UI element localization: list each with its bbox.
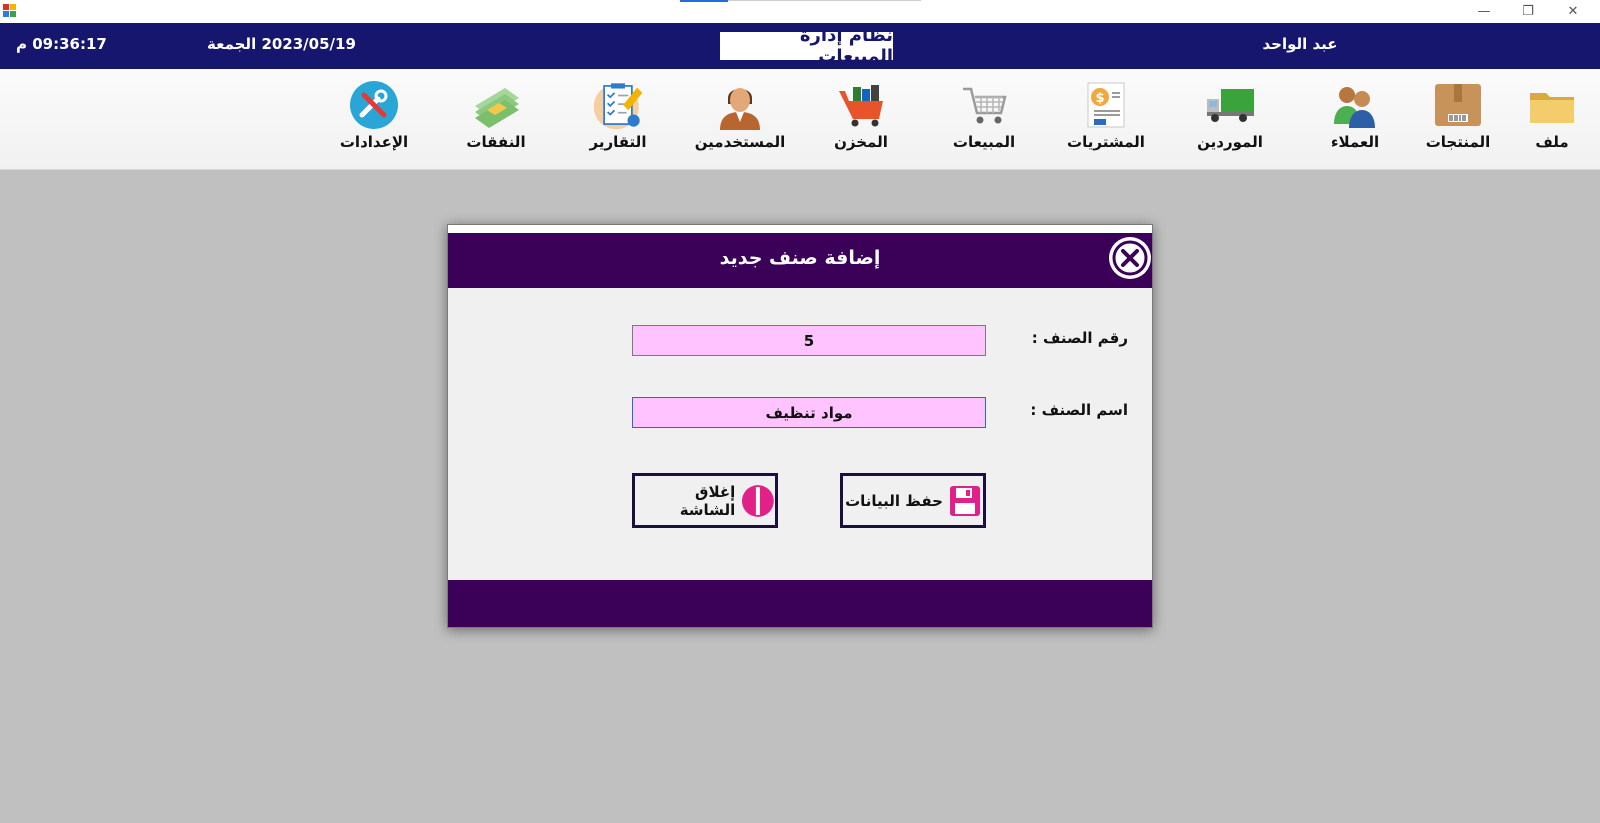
current-user: عبد الواحد — [1262, 35, 1338, 53]
add-item-dialog: إضافة صنف جديد رقم الصنف : اسم الصنف : ح… — [447, 224, 1153, 628]
toolbar-users[interactable]: المستخدمين — [685, 79, 795, 165]
item-number-input[interactable] — [632, 325, 986, 356]
dialog-footer — [448, 580, 1152, 627]
customers-icon — [1334, 87, 1375, 128]
toolbar-suppliers-label: الموردين — [1197, 133, 1263, 151]
dialog-close-button[interactable] — [1109, 237, 1151, 279]
warehouse-cart-icon — [839, 85, 883, 127]
minimize-icon: — — [1477, 4, 1491, 19]
purchase-invoice-icon: $ — [1087, 82, 1125, 128]
svg-text:$: $ — [1095, 91, 1104, 106]
clipboard-report-icon — [593, 83, 643, 130]
toolbar-file-label: ملف — [1535, 133, 1569, 151]
close-icon: ✕ — [1567, 4, 1579, 19]
dialog-top-strip — [448, 225, 1152, 233]
window-titlebar: — ❐ ✕ — [0, 0, 1600, 23]
toolbar-warehouse-label: المخزن — [834, 133, 888, 151]
truck-icon — [1207, 89, 1254, 122]
titlebar-accent — [680, 0, 728, 2]
restore-icon: ❐ — [1522, 4, 1534, 19]
save-disk-icon — [949, 485, 980, 516]
user-icon — [720, 88, 760, 130]
toolbar-purchases-label: المشتريات — [1067, 133, 1145, 151]
save-button[interactable]: حفظ البيانات — [840, 473, 986, 528]
item-name-input[interactable] — [632, 397, 986, 428]
item-number-label: رقم الصنف : — [1031, 329, 1128, 347]
app-icon — [3, 4, 16, 17]
dialog-header: إضافة صنف جديد — [448, 233, 1152, 288]
item-name-label: اسم الصنف : — [1030, 401, 1128, 419]
product-box-icon — [1435, 84, 1481, 126]
toolbar-customers-label: العملاء — [1330, 133, 1380, 151]
close-icon — [1112, 240, 1148, 276]
toolbar-sales[interactable]: المبيعات — [929, 79, 1039, 165]
window-close-button[interactable]: ✕ — [1551, 0, 1595, 23]
toolbar-products-label: المنتجات — [1425, 133, 1491, 151]
toolbar-expenses-label: النفقات — [466, 133, 526, 151]
close-screen-button[interactable]: إغلاق الشاشة — [632, 473, 778, 528]
date-display: 2023/05/19 الجمعة — [207, 35, 356, 53]
main-toolbar: ملف المنتجات العملاء الموردين $ المشتريا… — [0, 69, 1600, 170]
toolbar-reports-label: التقارير — [589, 133, 647, 151]
toolbar-warehouse[interactable]: المخزن — [806, 79, 916, 165]
minimize-button[interactable]: — — [1462, 0, 1506, 23]
money-stack-icon — [475, 88, 519, 128]
app-title: نظام إدارة المبيعات — [720, 25, 893, 67]
toolbar-purchases[interactable]: $ المشتريات — [1051, 79, 1161, 165]
folder-icon — [1530, 93, 1574, 123]
settings-tools-icon — [350, 81, 398, 129]
toolbar-reports[interactable]: التقارير — [563, 79, 673, 165]
close-screen-button-label: إغلاق الشاشة — [679, 482, 736, 519]
clock: 09:36:17 م — [16, 35, 107, 53]
toolbar-sales-label: المبيعات — [952, 133, 1016, 151]
toolbar-products[interactable]: المنتجات — [1403, 79, 1513, 165]
header-bar: 09:36:17 م 2023/05/19 الجمعة نظام إدارة … — [0, 23, 1600, 69]
save-button-label: حفظ البيانات — [845, 491, 943, 510]
shopping-cart-icon — [963, 87, 1007, 124]
toolbar-suppliers[interactable]: الموردين — [1175, 79, 1285, 165]
dialog-title: إضافة صنف جديد — [719, 247, 881, 269]
toolbar-users-label: المستخدمين — [694, 133, 786, 151]
titlebar-divider — [728, 0, 921, 1]
toolbar-expenses[interactable]: النفقات — [441, 79, 551, 165]
restore-button[interactable]: ❐ — [1506, 0, 1550, 23]
exit-icon — [742, 484, 775, 517]
toolbar-settings[interactable]: الإعدادات — [319, 79, 429, 165]
toolbar-customers[interactable]: العملاء — [1300, 79, 1410, 165]
toolbar-settings-label: الإعدادات — [339, 133, 409, 151]
